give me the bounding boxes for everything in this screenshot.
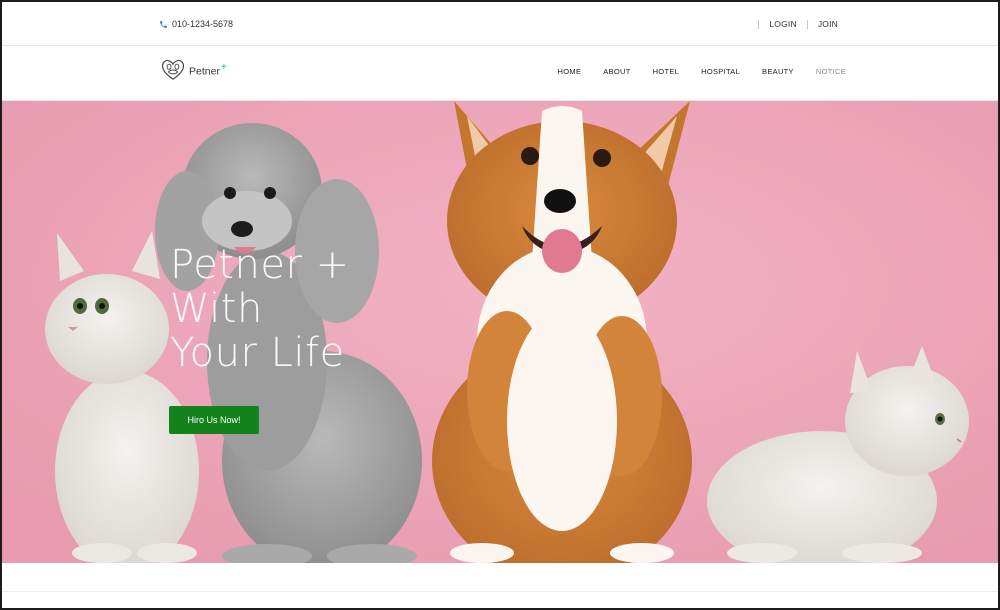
divider [806,19,808,29]
main-navbar: Petner+ HOME ABOUT HOTEL HOSPITAL BEAUTY… [2,46,998,101]
nav-item-beauty[interactable]: BEAUTY [762,67,794,76]
nav-item-home[interactable]: HOME [558,67,582,76]
nav-item-notice[interactable]: NOTICE [816,67,846,76]
top-bar: 010-1234-5678 LOGIN JOIN [2,2,998,46]
hero-title-line: Petner + [170,242,350,288]
nav-item-about[interactable]: ABOUT [603,67,630,76]
bottom-section [2,563,998,608]
phone-number: 010-1234-5678 [172,19,234,29]
nav-item-hotel[interactable]: HOTEL [653,67,680,76]
brand-plus: + [220,62,227,74]
hire-us-button[interactable]: Hiro Us Now! [169,406,259,434]
divider [2,591,998,592]
hero-title-line: With [170,286,263,332]
divider [758,19,760,29]
hero-banner: Petner + With Your Life Hiro Us Now! [2,101,998,563]
hero-headline: Petner + With Your Life [170,243,350,375]
nav-item-hospital[interactable]: HOSPITAL [701,67,740,76]
join-link[interactable]: JOIN [818,19,838,29]
brand-logo[interactable]: Petner+ [160,57,227,83]
hero-pets-image [2,101,998,563]
page-frame: 010-1234-5678 LOGIN JOIN Petner+ HOME AB… [0,0,1000,610]
nav-menu: HOME ABOUT HOTEL HOSPITAL BEAUTY NOTICE [558,67,846,76]
phone-contact[interactable]: 010-1234-5678 [159,19,233,29]
login-link[interactable]: LOGIN [769,19,796,29]
hero-title-line: Your Life [170,330,345,376]
auth-links: LOGIN JOIN [758,19,838,29]
brand-name: Petner+ [189,62,227,78]
phone-icon [159,20,168,29]
heart-paw-logo-icon [161,59,185,80]
